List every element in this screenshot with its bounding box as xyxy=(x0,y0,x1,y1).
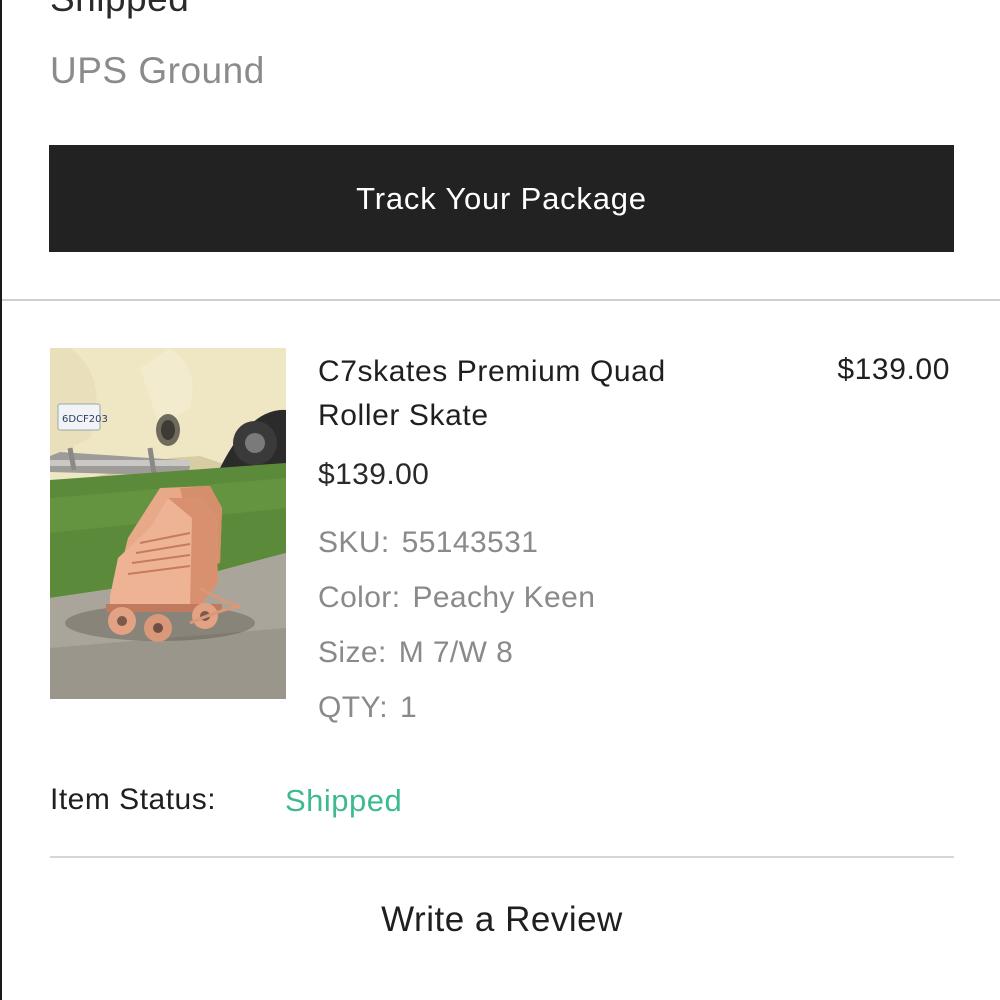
item-status-label: Item Status: xyxy=(50,783,217,816)
item-color: Color: Peachy Keen xyxy=(318,581,595,615)
size-value: M 7/W 8 xyxy=(398,636,514,669)
product-name[interactable]: C7skates Premium Quad Roller Skate xyxy=(318,350,738,438)
item-status-value: Shipped xyxy=(285,783,403,818)
color-label: Color: xyxy=(318,581,401,614)
order-detail-page: Shipped UPS Ground Track Your Package 6D… xyxy=(0,0,1000,1000)
shipment-status-heading: Shipped xyxy=(50,0,189,20)
product-image[interactable]: 6DCF203 xyxy=(50,348,286,699)
sku-value: 55143531 xyxy=(401,526,539,559)
license-plate-text: 6DCF203 xyxy=(62,414,108,425)
item-size: Size: M 7/W 8 xyxy=(318,636,513,670)
item-sku: SKU: 55143531 xyxy=(318,526,538,560)
sku-label: SKU: xyxy=(318,526,390,559)
qty-label: QTY: xyxy=(318,691,388,724)
color-value: Peachy Keen xyxy=(412,581,596,614)
item-unit-price: $139.00 xyxy=(318,458,430,491)
qty-value: 1 xyxy=(399,691,418,724)
item-total-price: $139.00 xyxy=(837,353,950,386)
item-quantity: QTY: 1 xyxy=(318,691,417,725)
write-review-link[interactable]: Write a Review xyxy=(2,900,1000,940)
track-package-button-label: Track Your Package xyxy=(356,180,647,216)
section-divider xyxy=(2,299,1000,301)
shipping-carrier: UPS Ground xyxy=(50,50,265,91)
review-divider xyxy=(50,856,954,858)
track-package-button[interactable]: Track Your Package xyxy=(49,145,954,252)
size-label: Size: xyxy=(318,636,387,669)
